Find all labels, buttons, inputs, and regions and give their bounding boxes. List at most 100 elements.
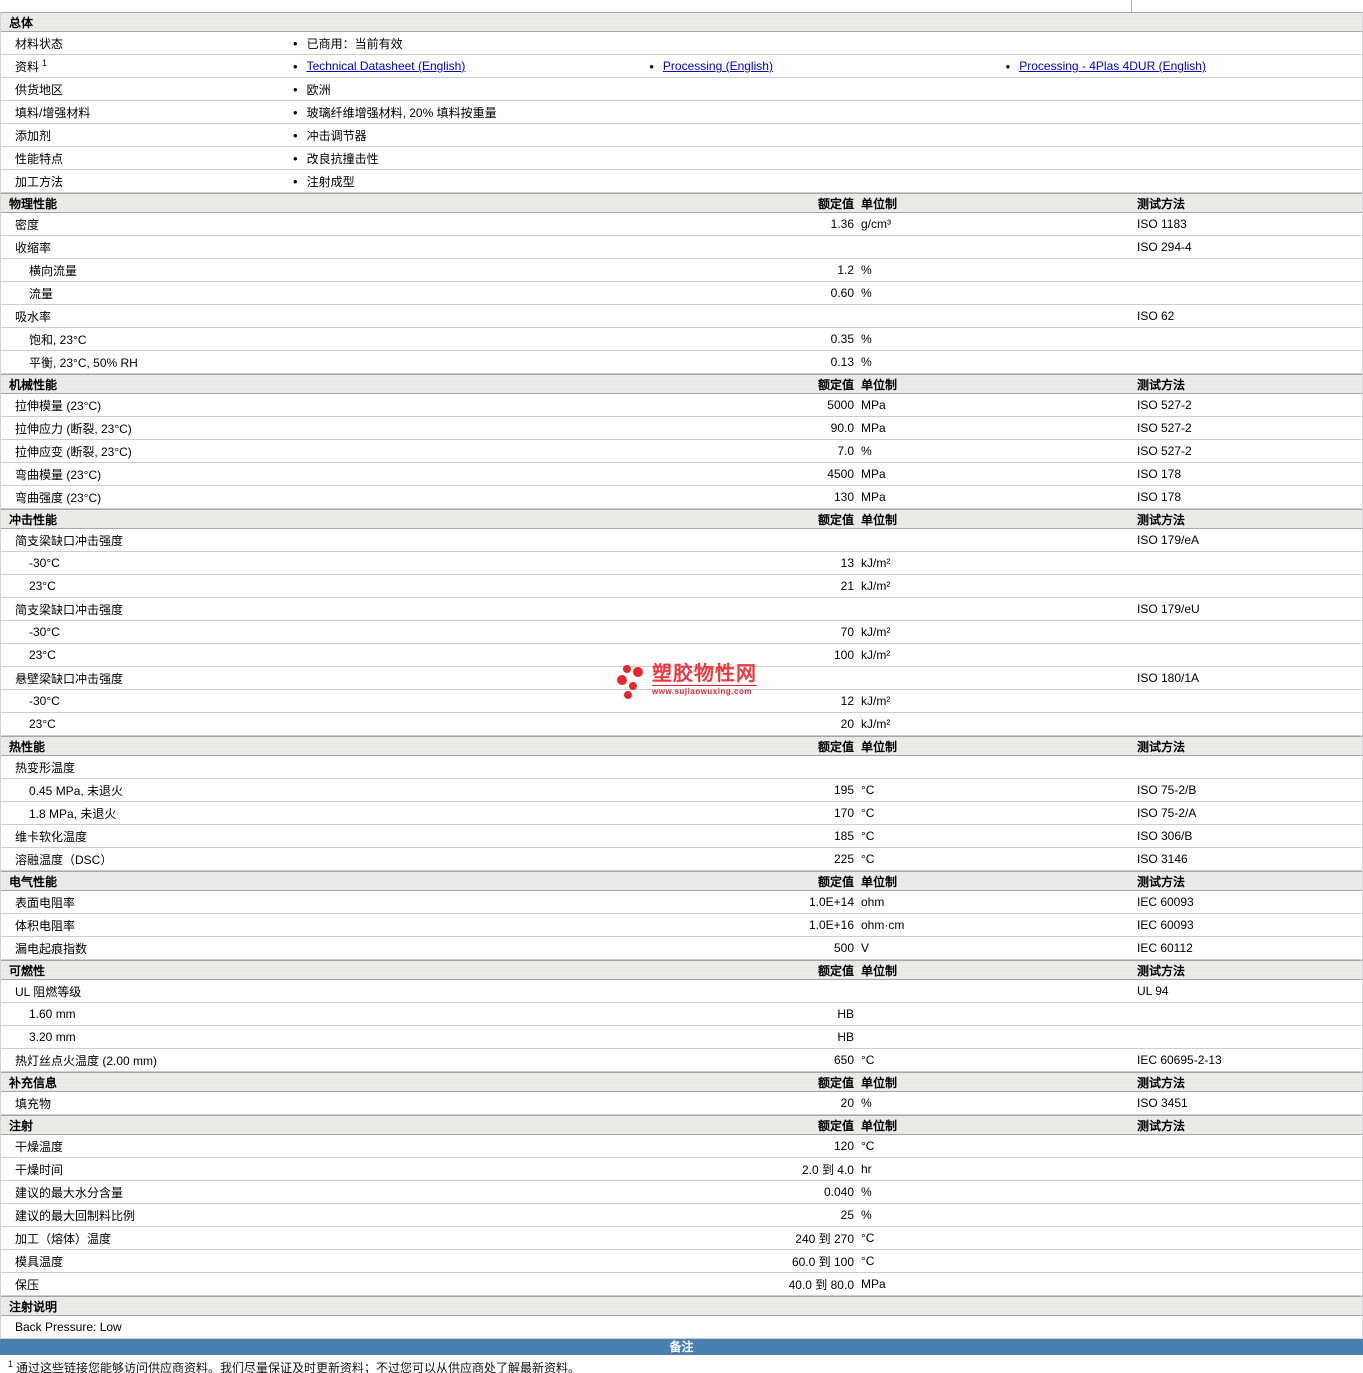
property-value: 185	[833, 829, 854, 843]
bullet-icon: •	[293, 104, 298, 120]
section-title: 物理性能	[9, 196, 58, 211]
property-value: 1.36	[830, 217, 854, 231]
table-row: 弯曲模量 (23°C) 4500 MPa ISO 178	[1, 463, 1362, 486]
column-header-method: 测试方法	[1137, 739, 1186, 754]
table-row: 悬壁梁缺口冲击强度 ISO 180/1A	[1, 667, 1362, 690]
table-row: 保压 40.0 到 80.0 MPa	[1, 1273, 1362, 1296]
row-label: 添加剂	[15, 128, 52, 143]
property-value: 4500	[827, 467, 854, 481]
property-label: 拉伸应变 (断裂, 23°C)	[15, 444, 132, 459]
property-unit: %	[861, 355, 872, 369]
property-value: 170	[833, 806, 854, 820]
table-row: 简支梁缺口冲击强度 ISO 179/eA	[1, 529, 1362, 552]
test-method: ISO 62	[1137, 309, 1175, 323]
bullet-icon: •	[293, 81, 298, 97]
property-label: 拉伸应力 (断裂, 23°C)	[15, 421, 132, 436]
table-row: 维卡软化温度 185 °C ISO 306/B	[1, 825, 1362, 848]
table-row: 热变形温度	[1, 756, 1362, 779]
table-row: 弯曲强度 (23°C) 130 MPa ISO 178	[1, 486, 1362, 509]
doc-link[interactable]: Technical Datasheet (English)	[307, 59, 466, 73]
column-header-unit: 单位制	[861, 1075, 898, 1090]
section-title: 冲击性能	[9, 512, 58, 527]
column-header-value: 额定值	[817, 1118, 854, 1133]
property-unit: kJ/m²	[861, 648, 891, 662]
section-header-general: 总体	[1, 12, 1362, 32]
property-value: 2.0 到 4.0	[801, 1162, 854, 1177]
property-unit: kJ/m²	[861, 625, 891, 639]
column-header-method: 测试方法	[1137, 196, 1186, 211]
property-label: 1.60 mm	[29, 1007, 76, 1021]
column-header-unit: 单位制	[861, 1118, 898, 1133]
column-header-value: 额定值	[817, 512, 854, 527]
test-method: ISO 306/B	[1137, 829, 1193, 843]
property-value: 120	[833, 1139, 854, 1153]
property-unit: kJ/m²	[861, 717, 891, 731]
bullet-icon: •	[293, 58, 298, 74]
property-value: 0.13	[830, 355, 854, 369]
doc-link[interactable]: Processing (English)	[663, 59, 773, 73]
property-unit: ohm	[861, 895, 885, 909]
property-value: 195	[833, 783, 854, 797]
property-value: 500	[833, 941, 854, 955]
row-label: 性能特点	[15, 151, 64, 166]
property-label: 密度	[15, 217, 40, 232]
property-label: UL 阻燃等级	[15, 984, 82, 999]
table-row: 0.45 MPa, 未退火 195 °C ISO 75-2/B	[1, 779, 1362, 802]
column-header-method: 测试方法	[1137, 512, 1186, 527]
property-value: 60.0 到 100	[791, 1254, 854, 1269]
table-row: 漏电起痕指数 500 V IEC 60112	[1, 937, 1362, 960]
test-method: ISO 527-2	[1137, 398, 1192, 412]
property-label: 体积电阻率	[15, 918, 76, 933]
column-header-method: 测试方法	[1137, 1118, 1186, 1133]
property-value: 7.0	[837, 444, 854, 458]
footnote-ref: 1	[42, 57, 48, 68]
property-unit: ohm·cm	[861, 918, 905, 932]
section-title: 总体	[9, 15, 34, 30]
material-datasheet-page: 总体 材料状态 • 已商用：当前有效 资料 1 • Technical Datasheet (…	[0, 0, 1363, 1373]
section-header-injection: 注射 额定值 单位制 测试方法	[1, 1115, 1362, 1135]
property-label: 吸水率	[15, 309, 52, 324]
doc-link[interactable]: Processing - 4Plas 4DUR (English)	[1019, 59, 1206, 73]
property-unit: °C	[861, 829, 875, 843]
property-label: 饱和, 23°C	[29, 332, 87, 347]
property-label: 23°C	[29, 717, 56, 731]
property-label: 悬壁梁缺口冲击强度	[15, 671, 124, 686]
property-unit: MPa	[861, 1277, 886, 1291]
property-label: 漏电起痕指数	[15, 941, 88, 956]
table-row: Back Pressure: Low	[1, 1316, 1362, 1339]
table-row: 供货地区 • 欧洲	[1, 78, 1362, 101]
bullet-icon: •	[293, 35, 298, 51]
column-header-value: 额定值	[817, 1075, 854, 1090]
table-row: 填料/增强材料 • 玻璃纤维增强材料, 20% 填料按重量	[1, 101, 1362, 124]
test-method: ISO 75-2/A	[1137, 806, 1197, 820]
property-unit: %	[861, 1208, 872, 1222]
footnote-text: 通过这些链接您能够访问供应商资料。我们尽量保证及时更新资料；不过您可以从供应商处…	[16, 1361, 581, 1373]
test-method: ISO 3451	[1137, 1096, 1188, 1110]
section-header-electrical: 电气性能 额定值 单位制 测试方法	[1, 871, 1362, 891]
property-label: 简支梁缺口冲击强度	[15, 533, 124, 548]
bullet-icon: •	[1005, 58, 1011, 74]
property-unit: MPa	[861, 490, 886, 504]
bullet-icon: •	[293, 173, 298, 189]
section-header-impact: 冲击性能 额定值 单位制 测试方法	[1, 509, 1362, 529]
bullet-icon: •	[293, 150, 298, 166]
bullet-text: 已商用：当前有效	[306, 36, 403, 51]
section-header-injection-notes: 注射说明	[1, 1296, 1362, 1316]
remark-band: 备注	[0, 1339, 1363, 1355]
table-row: 干燥时间 2.0 到 4.0 hr	[1, 1158, 1362, 1181]
bullet-cell: • 已商用：当前有效	[293, 35, 1362, 52]
table-row: 建议的最大水分含量 0.040%	[1, 1181, 1362, 1204]
table-row: 材料状态 • 已商用：当前有效	[1, 32, 1362, 55]
property-label: 3.20 mm	[29, 1030, 76, 1044]
table-row: 收缩率 ISO 294-4	[1, 236, 1362, 259]
property-unit: kJ/m²	[861, 579, 891, 593]
property-label: 23°C	[29, 579, 56, 593]
property-label: 表面电阻率	[15, 895, 76, 910]
test-method: ISO 179/eU	[1137, 602, 1200, 616]
test-method: IEC 60093	[1137, 895, 1194, 909]
test-method: ISO 178	[1137, 490, 1182, 504]
section-title: 机械性能	[9, 377, 58, 392]
property-label: -30°C	[29, 694, 60, 708]
section-header-thermal: 热性能 额定值 单位制 测试方法	[1, 736, 1362, 756]
bullet-cell: • 欧洲	[293, 81, 1362, 98]
